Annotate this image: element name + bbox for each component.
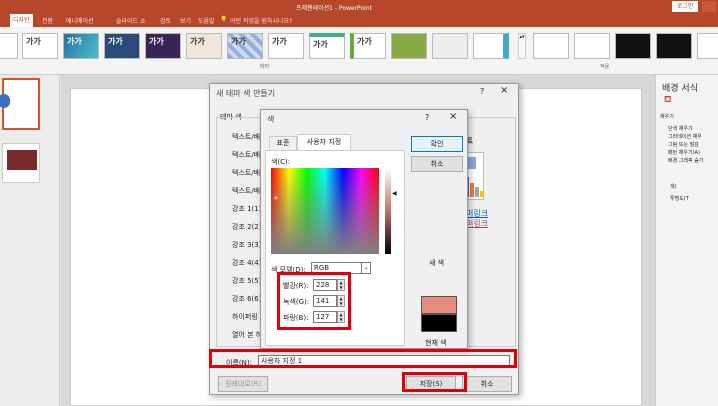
gradient-fill-option[interactable]: 그라데이션 채우 <box>668 133 702 140</box>
title-bar: 프레젠테이션1 - PowerPoint 로그인 <box>0 0 718 14</box>
close-icon[interactable]: × <box>449 111 457 122</box>
slider-arrow-icon[interactable]: ◀ <box>392 190 397 197</box>
group-label-variant: 적용 <box>600 64 610 70</box>
sample-bar <box>475 187 479 197</box>
tab-custom[interactable]: 사용자 지정 <box>297 134 351 150</box>
theme-color-row-label: 강조 3(3) <box>232 241 262 249</box>
tell-me-search[interactable]: 어떤 작업을 원하시나요? <box>230 16 292 25</box>
theme-color-row-label: 강조 4(4) <box>232 259 262 267</box>
theme-color-row-label: 텍스트/배 <box>232 187 261 195</box>
sample-bar <box>470 183 474 197</box>
circle-shape <box>0 94 10 108</box>
dialog-title: 색 <box>267 115 275 124</box>
theme-thumb[interactable]: 가가 <box>268 33 304 59</box>
theme-thumb[interactable]: 가가 <box>22 33 58 59</box>
variant-thumb[interactable] <box>656 33 692 59</box>
theme-scroll-icon[interactable]: ▴▾ <box>518 33 526 59</box>
tab-animations[interactable]: 애니메이션 <box>66 16 94 25</box>
name-highlight <box>209 349 517 368</box>
ribbon: 가가 가가 가가 가가 가가 가가 가가 가가 가가 ▴▾ 테마 적용 <box>0 27 718 75</box>
theme-color-row-label: 텍스트/배 <box>232 169 261 177</box>
color-label: 색( <box>670 184 677 190</box>
luminance-slider[interactable] <box>385 168 391 254</box>
theme-color-row-label: 강조 1(1) <box>232 205 262 213</box>
variant-thumb[interactable] <box>697 33 718 59</box>
ribbon-display-icon[interactable] <box>702 1 716 12</box>
theme-thumb[interactable]: 가가 <box>186 33 222 59</box>
theme-color-row-label: 텍스트/배 <box>232 151 261 159</box>
tab-design[interactable]: 디자인 <box>10 14 33 27</box>
theme-thumb[interactable] <box>0 33 18 59</box>
dialog-title: 새 테마 색 만들기 <box>216 89 276 98</box>
variant-thumb[interactable] <box>615 33 651 59</box>
theme-color-row-label: 강조 6(6) <box>232 295 262 303</box>
ok-button[interactable]: 확인 <box>411 136 463 152</box>
crosshair-icon: + <box>273 194 279 202</box>
new-color-label: 새 색 <box>429 259 445 267</box>
theme-thumb[interactable]: 가가 <box>63 33 99 59</box>
theme-color-row-label: 강조 5(5) <box>232 277 262 285</box>
help-icon[interactable]: ? <box>425 113 429 122</box>
slide-thumb[interactable] <box>2 143 40 183</box>
theme-color-row-label: 하이퍼링 <box>232 313 258 321</box>
paint-bucket-icon[interactable]: ⛾ <box>664 95 671 106</box>
ribbon-tabs: 디자인 전환 애니메이션 슬라이드 쇼 검토 보기 도움말 💡 어떤 작업을 원… <box>0 14 718 27</box>
cancel-button[interactable]: 취소 <box>462 376 512 392</box>
cancel-button[interactable]: 취소 <box>411 156 463 172</box>
theme-thumb[interactable] <box>473 33 509 59</box>
theme-thumb[interactable]: 가가 <box>145 33 181 59</box>
variant-thumb[interactable] <box>574 33 610 59</box>
slide-thumb[interactable] <box>0 78 40 130</box>
reset-button[interactable]: 원래대로(R) <box>218 376 268 392</box>
pane-title: 배경 서식 <box>662 84 698 94</box>
new-color-swatch <box>421 296 457 314</box>
tab-view[interactable]: 보기 <box>180 16 191 25</box>
color-spectrum[interactable] <box>271 168 379 254</box>
lightbulb-icon: 💡 <box>220 16 228 23</box>
tab-review[interactable]: 검토 <box>160 16 171 25</box>
group-label-theme: 테마 <box>260 64 270 70</box>
theme-color-row-label: 텍스트/배 <box>232 133 261 141</box>
current-color-swatch <box>421 314 457 332</box>
save-highlight <box>402 372 467 392</box>
signin-button[interactable]: 로그인 <box>672 1 698 12</box>
theme-thumb[interactable]: 가가 <box>350 33 386 59</box>
variant-thumb[interactable] <box>533 33 569 59</box>
close-icon[interactable]: × <box>500 85 508 96</box>
window-title: 프레젠테이션1 - PowerPoint <box>296 5 372 12</box>
format-background-pane: 배경 서식 ⛾ 채우기 단색 채우기 그라데이션 채우 그림 또는 질감 패턴 … <box>655 75 718 406</box>
theme-color-row-label: 강조 2(2) <box>232 223 262 231</box>
image-placeholder <box>7 150 37 170</box>
tab-standard[interactable]: 표준 <box>269 136 297 150</box>
theme-color-row-label: 열어 본 하 <box>232 331 263 339</box>
tab-transitions[interactable]: 전환 <box>42 16 53 25</box>
tab-help[interactable]: 도움말 <box>198 16 215 25</box>
theme-thumb[interactable]: 가가 <box>104 33 140 59</box>
theme-thumb[interactable] <box>432 33 468 59</box>
fill-section-label[interactable]: 채우기 <box>660 113 674 120</box>
theme-thumb[interactable]: 가가 <box>309 33 345 59</box>
current-color-label: 현재 색 <box>425 339 447 347</box>
colors-label: 색(C): <box>271 158 291 166</box>
sample-bar <box>480 191 484 197</box>
rgb-highlight <box>277 272 351 330</box>
hide-graphics-option[interactable]: 배경 그래픽 숨기 <box>668 157 703 164</box>
transparency-label: 투명도(T <box>670 196 689 202</box>
help-icon[interactable]: ? <box>480 87 484 96</box>
chevron-down-icon[interactable]: ⌄ <box>361 262 371 274</box>
slide-thumbnails <box>0 75 60 406</box>
sample-followed-hyperlink: 퍼링크 <box>466 219 489 228</box>
pattern-fill-option[interactable]: 패턴 채우기(A) <box>668 149 700 156</box>
picture-fill-option[interactable]: 그림 또는 질감 <box>668 141 699 148</box>
theme-thumb[interactable] <box>391 33 427 59</box>
tab-slideshow[interactable]: 슬라이드 쇼 <box>116 16 146 25</box>
theme-thumb[interactable]: 가가 <box>227 33 263 59</box>
solid-fill-option[interactable]: 단색 채우기 <box>668 125 693 132</box>
